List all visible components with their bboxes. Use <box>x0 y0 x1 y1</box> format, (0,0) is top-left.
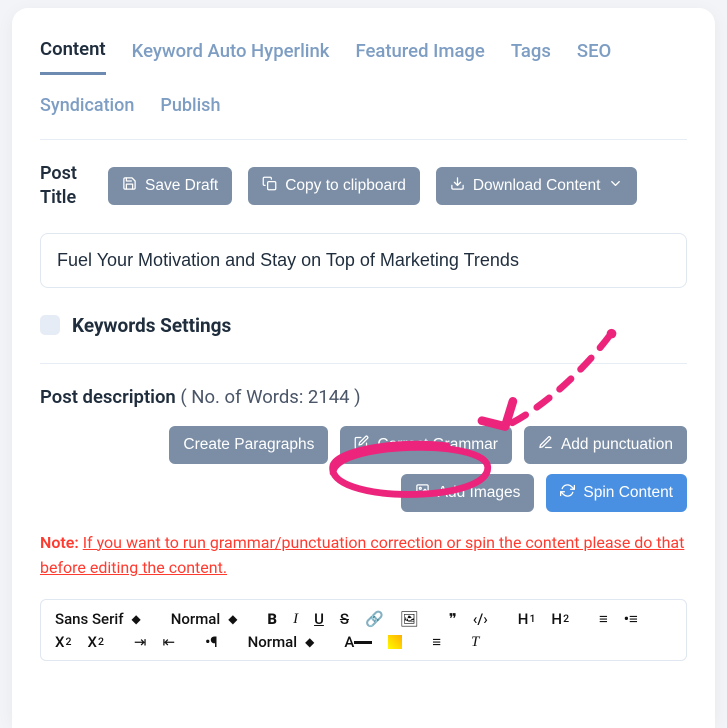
code-button[interactable]: ‹/› <box>473 612 488 627</box>
unordered-list-button[interactable]: •≡ <box>624 612 638 627</box>
create-paragraphs-button[interactable]: Create Paragraphs <box>169 426 328 464</box>
post-description-label: Post description <box>40 386 176 408</box>
post-title-input[interactable] <box>40 233 687 288</box>
subscript-button[interactable]: X <box>55 635 71 650</box>
word-count-value: 2144 <box>308 386 350 408</box>
note-link[interactable]: If you want to run grammar/punctuation c… <box>40 533 684 578</box>
tab-keyword-hyperlink[interactable]: Keyword Auto Hyperlink <box>132 34 330 74</box>
save-draft-button[interactable]: Save Draft <box>108 167 232 205</box>
divider <box>40 363 687 364</box>
tab-seo[interactable]: SEO <box>577 34 611 74</box>
add-images-button[interactable]: Add Images <box>401 474 535 512</box>
fade-overlay <box>12 698 715 728</box>
underline-button[interactable]: U <box>314 612 324 627</box>
spin-content-button[interactable]: Spin Content <box>546 474 687 512</box>
italic-button[interactable]: I <box>293 612 298 627</box>
pencil-icon <box>538 435 553 455</box>
save-icon <box>122 176 137 196</box>
caret-icon: ◆ <box>132 613 141 625</box>
font-size-select[interactable]: Normal ◆ <box>171 612 238 627</box>
create-paragraphs-label: Create Paragraphs <box>183 436 314 454</box>
download-content-button[interactable]: Download Content <box>436 167 638 205</box>
download-content-label: Download Content <box>473 177 601 195</box>
heading2-button[interactable]: H <box>551 612 569 627</box>
bold-button[interactable]: B <box>267 612 277 627</box>
warning-note: Note: If you want to run grammar/punctua… <box>40 530 687 581</box>
indent-left-button[interactable]: ⇤ <box>162 635 175 650</box>
copy-icon <box>262 176 277 196</box>
highlight-swatch-icon <box>388 635 402 649</box>
caret-icon: ◆ <box>228 613 237 625</box>
chevron-down-icon <box>608 176 623 196</box>
heading1-button[interactable]: H <box>518 612 536 627</box>
refresh-icon <box>560 483 575 503</box>
caret-icon: ◆ <box>305 636 314 648</box>
tabs-secondary: Syndication Publish <box>40 75 687 129</box>
word-count-prefix: ( No. of Words: <box>180 386 308 408</box>
word-count-suffix: ) <box>350 386 361 408</box>
strike-button[interactable]: S <box>340 612 349 627</box>
keywords-checkbox[interactable] <box>40 315 60 335</box>
post-title-label: Post Title <box>40 162 92 211</box>
edit-icon <box>354 435 369 455</box>
superscript-button[interactable]: X <box>87 635 103 650</box>
spin-content-label: Spin Content <box>583 484 673 502</box>
link-button[interactable]: 🔗 <box>365 612 384 627</box>
tab-publish[interactable]: Publish <box>160 75 220 128</box>
save-draft-label: Save Draft <box>145 177 218 195</box>
tab-tags[interactable]: Tags <box>511 34 551 74</box>
correct-grammar-button[interactable]: Correct Grammar <box>340 426 512 464</box>
copy-clipboard-button[interactable]: Copy to clipboard <box>248 167 420 205</box>
align-button[interactable]: ≡ <box>432 635 441 650</box>
divider <box>40 139 687 140</box>
tab-featured-image[interactable]: Featured Image <box>355 34 484 74</box>
font-family-label: Sans Serif <box>55 612 124 627</box>
rich-text-editor: Sans Serif ◆ Normal ◆ B I U S 🔗 🖼 ❞ ‹/› <box>40 599 687 661</box>
correct-grammar-label: Correct Grammar <box>377 436 498 454</box>
post-description-heading: Post description ( No. of Words: 2144 ) <box>40 386 687 408</box>
text-color-letter: A <box>344 635 354 650</box>
keywords-label: Keywords Settings <box>72 314 231 337</box>
font-family-select[interactable]: Sans Serif ◆ <box>55 612 141 627</box>
paragraph-label: Normal <box>248 635 297 650</box>
font-size-label: Normal <box>171 612 220 627</box>
blockquote-button[interactable]: ❞ <box>449 612 457 627</box>
highlight-button[interactable] <box>388 635 402 649</box>
indent-right-button[interactable]: ⇥ <box>134 635 147 650</box>
add-images-label: Add Images <box>438 484 521 502</box>
text-color-button[interactable]: A <box>344 635 372 650</box>
paragraph-select[interactable]: Normal ◆ <box>248 635 315 650</box>
tab-content[interactable]: Content <box>40 32 106 75</box>
add-punctuation-label: Add punctuation <box>561 436 673 454</box>
add-punctuation-button[interactable]: Add punctuation <box>524 426 687 464</box>
formatting-button[interactable]: •¶ <box>205 635 218 650</box>
image-button[interactable]: 🖼 <box>400 612 419 627</box>
clear-formatting-button[interactable]: T <box>471 635 479 650</box>
note-prefix: Note: <box>40 533 79 552</box>
copy-clipboard-label: Copy to clipboard <box>285 177 406 195</box>
image-icon <box>415 483 430 503</box>
tab-syndication[interactable]: Syndication <box>40 75 134 128</box>
editor-toolbar: Sans Serif ◆ Normal ◆ B I U S 🔗 🖼 ❞ ‹/› <box>49 608 678 654</box>
tabs-primary: Content Keyword Auto Hyperlink Featured … <box>40 32 687 75</box>
ordered-list-button[interactable]: ≡ <box>599 612 608 627</box>
color-bar-icon <box>354 641 372 644</box>
download-icon <box>450 176 465 196</box>
